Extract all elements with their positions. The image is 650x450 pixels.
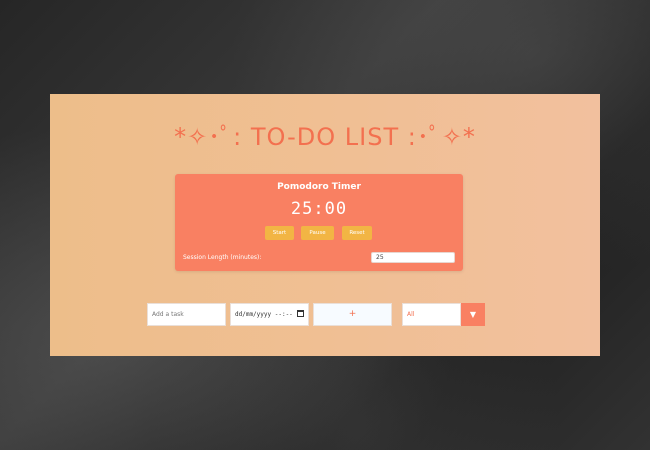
add-task-button[interactable]: +	[313, 303, 392, 326]
due-date-input[interactable]: dd/mm/yyyy --:--	[230, 303, 309, 326]
todo-card: *✧･ﾟ: TO-DO LIST :･ﾟ✧* Pomodoro Timer 25…	[50, 94, 600, 356]
reset-button[interactable]: Reset	[342, 226, 372, 240]
chevron-down-icon[interactable]: ▼	[461, 303, 485, 326]
pomodoro-panel: Pomodoro Timer 25:00 Start Pause Reset S…	[175, 174, 463, 271]
plus-icon: +	[348, 309, 357, 319]
session-length-label: Session Length (minutes):	[183, 254, 262, 261]
pomodoro-title: Pomodoro Timer	[277, 182, 361, 192]
session-length-input[interactable]: 25	[371, 252, 455, 263]
start-button[interactable]: Start	[265, 226, 294, 240]
timer-display: 25:00	[290, 199, 348, 219]
page-title: *✧･ﾟ: TO-DO LIST :･ﾟ✧*	[174, 123, 476, 151]
task-input[interactable]: Add a task	[147, 303, 226, 326]
due-date-placeholder: dd/mm/yyyy --:--	[235, 311, 293, 318]
filter-select[interactable]: All	[402, 303, 461, 326]
calendar-icon[interactable]	[297, 310, 304, 317]
pause-button[interactable]: Pause	[301, 226, 334, 240]
